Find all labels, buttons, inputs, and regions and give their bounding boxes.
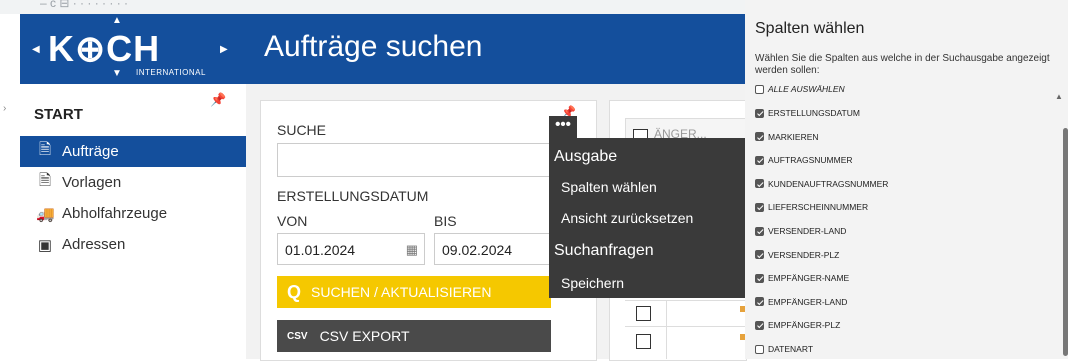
- to-date-field[interactable]: 09.02.2024: [434, 233, 554, 265]
- column-option-label: KUNDENAUFTRAGSNUMMER: [768, 178, 889, 189]
- sidebar-item-label: Adressen: [62, 236, 126, 253]
- koch-logo[interactable]: ▲ ◀ K⊕CH ▶ ▼ INTERNATIONAL: [32, 15, 230, 79]
- column-option-checkbox[interactable]: [755, 179, 764, 189]
- table-row-divider: [625, 326, 745, 327]
- column-option-checkbox[interactable]: [755, 320, 764, 330]
- creation-date-label: ERSTELLUNGSDATUM: [277, 188, 429, 204]
- column-option-label: ERSTELLUNGSDATUM: [768, 108, 860, 118]
- menu-item-spalten-waehlen[interactable]: Spalten wählen: [561, 179, 657, 195]
- column-option-label: MARKIEREN: [768, 131, 819, 142]
- sidebar-item-label: Abholfahrzeuge: [62, 205, 168, 222]
- select-all-label: ALLE AUSWÄHLEN: [768, 84, 845, 94]
- table-row-divider: [625, 300, 745, 301]
- search-label: SUCHE: [277, 122, 327, 138]
- table-column-divider: [666, 300, 667, 359]
- column-option-label: VERSENDER-PLZ: [768, 249, 840, 260]
- sidebar: 📌 START 🗎 Aufträge 🗎 Vorlagen 🚚 Abholfah…: [20, 84, 247, 359]
- logo-triangle-left-icon: ◀: [32, 44, 40, 55]
- select-all-option[interactable]: ALLE AUSWÄHLEN: [755, 82, 845, 96]
- column-option[interactable]: EMPFÄNGER-NAME: [755, 271, 849, 285]
- search-icon: Q: [287, 281, 302, 302]
- search-input[interactable]: [277, 143, 577, 177]
- sidebar-item-adressen[interactable]: ▣ Adressen: [20, 229, 246, 260]
- menu-item-ansicht-zuruecksetzen[interactable]: Ansicht zurücksetzen: [561, 210, 693, 226]
- sidebar-item-auftraege[interactable]: 🗎 Aufträge: [20, 136, 246, 167]
- column-option-label: EMPFÄNGER-PLZ: [768, 320, 841, 331]
- logo-brand-text: K⊕CH: [48, 28, 161, 69]
- sidebar-pin-icon[interactable]: 📌: [210, 92, 226, 108]
- column-option[interactable]: LIEFERSCHEINNUMMER: [755, 200, 868, 214]
- sidebar-item-label: Aufträge: [62, 143, 119, 160]
- from-date-field[interactable]: 01.01.2024 ▦: [277, 233, 425, 265]
- select-all-checkbox[interactable]: [755, 84, 764, 94]
- to-label: BIS: [434, 213, 457, 229]
- collapse-chevron-icon[interactable]: ›: [3, 103, 6, 114]
- panel-description: Wählen Sie die Spalten aus welche in der…: [755, 53, 1050, 76]
- column-option-checkbox[interactable]: [755, 273, 764, 283]
- options-dropdown: Ausgabe Spalten wählen Ansicht zurückset…: [549, 138, 745, 298]
- column-option-label: DATENART: [768, 344, 814, 354]
- logo-subtitle: INTERNATIONAL: [136, 68, 206, 77]
- column-option[interactable]: VERSENDER-LAND: [755, 224, 846, 238]
- more-options-button[interactable]: •••: [549, 116, 577, 138]
- column-option-checkbox[interactable]: [755, 155, 764, 165]
- address-card-icon: ▣: [37, 236, 53, 254]
- panel-title: Spalten wählen: [755, 20, 865, 37]
- menu-section-ausgabe: Ausgabe: [554, 148, 618, 165]
- browser-address-bar: – ᴄ ⊟ · · · · · · · ·: [0, 0, 745, 14]
- column-option[interactable]: EMPFÄNGER-PLZ: [755, 318, 840, 332]
- column-option[interactable]: MARKIEREN: [755, 130, 819, 144]
- column-option-checkbox[interactable]: [755, 344, 764, 354]
- from-date-value: 01.01.2024: [285, 242, 356, 258]
- column-option[interactable]: EMPFÄNGER-LAND: [755, 295, 847, 309]
- column-option[interactable]: DATENART: [755, 342, 813, 356]
- truck-icon: 🚚: [36, 205, 55, 223]
- logo-triangle-right-icon: ▶: [220, 44, 228, 55]
- column-option-label: LIEFERSCHEINNUMMER: [768, 202, 869, 213]
- column-option-checkbox[interactable]: [755, 202, 764, 212]
- search-button[interactable]: Q SUCHEN / AKTUALISIEREN: [277, 276, 551, 308]
- column-option-checkbox[interactable]: [755, 132, 764, 142]
- scroll-up-icon[interactable]: ▲: [1055, 92, 1063, 101]
- column-option-checkbox[interactable]: [755, 250, 764, 260]
- sidebar-item-abholfahrzeuge[interactable]: 🚚 Abholfahrzeuge: [20, 198, 246, 229]
- panel-scrollbar[interactable]: [1063, 128, 1068, 356]
- page-title: Aufträge suchen: [264, 30, 483, 63]
- template-icon: 🗎: [38, 172, 52, 189]
- column-option-checkbox[interactable]: [755, 108, 764, 118]
- column-option[interactable]: AUFTRAGSNUMMER: [755, 153, 853, 167]
- column-option-label: VERSENDER-LAND: [768, 226, 847, 236]
- logo-triangle-up-icon: ▲: [112, 15, 122, 26]
- app-header: ▲ ◀ K⊕CH ▶ ▼ INTERNATIONAL Aufträge such…: [20, 14, 745, 84]
- column-option-checkbox[interactable]: [755, 297, 764, 307]
- from-label: VON: [277, 213, 308, 229]
- logo-triangle-down-icon: ▼: [112, 68, 122, 79]
- csv-icon: CSV: [287, 330, 308, 342]
- row-checkbox[interactable]: [636, 306, 651, 321]
- sidebar-item-vorlagen[interactable]: 🗎 Vorlagen: [20, 167, 246, 198]
- menu-item-speichern[interactable]: Speichern: [561, 275, 624, 291]
- calendar-icon[interactable]: ▦: [406, 234, 418, 266]
- column-option[interactable]: VERSENDER-PLZ: [755, 248, 839, 262]
- csv-export-label: CSV EXPORT: [319, 328, 410, 344]
- browser-url-text: – ᴄ ⊟ · · · · · · · ·: [40, 0, 129, 10]
- column-option-label: AUFTRAGSNUMMER: [768, 155, 853, 166]
- to-date-value: 09.02.2024: [442, 242, 513, 258]
- column-option-label: EMPFÄNGER-LAND: [768, 296, 848, 307]
- sidebar-heading: START: [34, 106, 83, 123]
- row-checkbox[interactable]: [636, 334, 651, 349]
- csv-export-button[interactable]: CSV CSV EXPORT: [277, 320, 551, 352]
- document-icon: 🗎: [38, 141, 52, 158]
- column-option[interactable]: ERSTELLUNGSDATUM: [755, 106, 860, 120]
- sidebar-item-label: Vorlagen: [62, 174, 122, 191]
- column-option[interactable]: KUNDENAUFTRAGSNUMMER: [755, 177, 888, 191]
- search-button-label: SUCHEN / AKTUALISIEREN: [311, 284, 492, 300]
- menu-section-suchanfragen: Suchanfragen: [554, 242, 654, 259]
- column-option-label: EMPFÄNGER-NAME: [768, 273, 850, 284]
- column-option-checkbox[interactable]: [755, 226, 764, 236]
